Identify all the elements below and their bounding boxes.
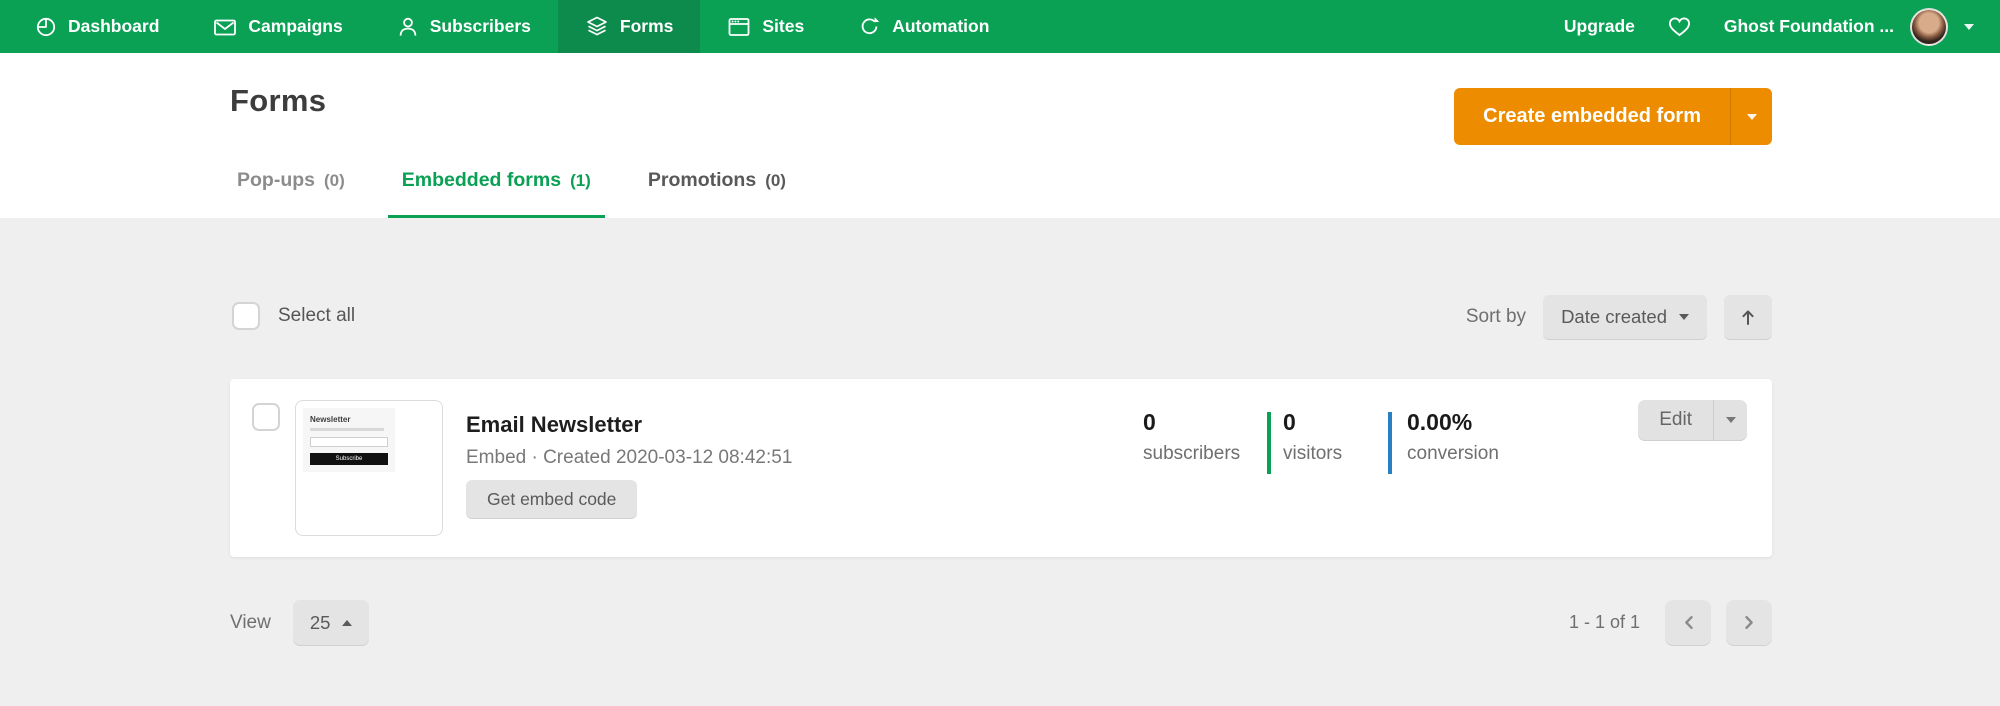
campaigns-icon bbox=[213, 16, 237, 38]
nav-menu: Dashboard Campaigns Subscribers Forms bbox=[0, 0, 1016, 53]
chevron-down-icon bbox=[1747, 114, 1757, 120]
nav-right: Upgrade Ghost Foundation ... bbox=[1564, 0, 2000, 53]
nav-item-forms[interactable]: Forms bbox=[558, 0, 700, 53]
tabs: Pop-ups (0) Embedded forms (1) Promotion… bbox=[237, 169, 786, 218]
tab-count: (0) bbox=[765, 171, 786, 191]
stat-label: conversion bbox=[1407, 443, 1499, 465]
form-meta: Embed · Created 2020-03-12 08:42:51 bbox=[466, 447, 792, 469]
tab-embedded-forms[interactable]: Embedded forms (1) bbox=[388, 169, 605, 218]
stat-divider-green bbox=[1267, 412, 1271, 474]
row-checkbox[interactable] bbox=[252, 403, 280, 431]
create-button-label[interactable]: Create embedded form bbox=[1454, 88, 1730, 145]
select-all-checkbox[interactable] bbox=[232, 302, 260, 330]
upgrade-link[interactable]: Upgrade bbox=[1564, 16, 1635, 37]
preview-email-input bbox=[310, 437, 388, 447]
pagination-range: 1 - 1 of 1 bbox=[1569, 612, 1640, 633]
prev-page-button[interactable] bbox=[1665, 600, 1711, 645]
nav-item-dashboard[interactable]: Dashboard bbox=[8, 0, 186, 53]
sort-value: Date created bbox=[1561, 306, 1667, 328]
nav-item-label: Sites bbox=[762, 16, 804, 37]
view-cluster: View 25 bbox=[230, 600, 369, 645]
tab-count: (1) bbox=[570, 171, 591, 191]
avatar bbox=[1910, 8, 1948, 46]
chevron-down-icon bbox=[1679, 314, 1689, 320]
edit-split-button: Edit bbox=[1638, 400, 1747, 440]
arrow-up-icon bbox=[1740, 308, 1756, 327]
page-title: Forms bbox=[230, 83, 326, 119]
edit-dropdown[interactable] bbox=[1713, 400, 1747, 440]
chevron-down-icon bbox=[1726, 417, 1736, 423]
tab-label: Promotions bbox=[648, 169, 756, 192]
stat-conversion: 0.00% conversion bbox=[1407, 409, 1499, 465]
stat-visitors: 0 visitors bbox=[1283, 409, 1342, 465]
preview-text-line bbox=[310, 428, 384, 431]
stat-label: subscribers bbox=[1143, 443, 1240, 465]
stat-label: visitors bbox=[1283, 443, 1342, 465]
preview-subscribe-button: Subscribe bbox=[310, 453, 388, 465]
nav-item-label: Campaigns bbox=[248, 16, 342, 37]
tab-promotions[interactable]: Promotions (0) bbox=[648, 169, 786, 218]
account-name: Ghost Foundation ... bbox=[1724, 16, 1894, 37]
nav-item-automation[interactable]: Automation bbox=[831, 0, 1016, 53]
heart-icon[interactable] bbox=[1667, 15, 1692, 38]
nav-item-label: Forms bbox=[620, 16, 673, 37]
stat-subscribers: 0 subscribers bbox=[1143, 409, 1240, 465]
sort-direction-button[interactable] bbox=[1724, 295, 1772, 339]
automation-icon bbox=[858, 15, 881, 38]
nav-item-sites[interactable]: Sites bbox=[700, 0, 831, 53]
forms-icon bbox=[585, 15, 609, 38]
view-label: View bbox=[230, 612, 271, 634]
create-embedded-form-button[interactable]: Create embedded form bbox=[1454, 88, 1772, 145]
dashboard-icon bbox=[35, 16, 57, 38]
page-size-dropdown[interactable]: 25 bbox=[293, 600, 370, 645]
stat-value: 0 bbox=[1143, 409, 1240, 436]
account-menu[interactable]: Ghost Foundation ... bbox=[1724, 8, 1974, 46]
chevron-right-icon bbox=[1744, 615, 1755, 630]
sort-dropdown[interactable]: Date created bbox=[1543, 295, 1707, 339]
forms-page: Dashboard Campaigns Subscribers Forms bbox=[0, 0, 2000, 706]
sort-by-label: Sort by bbox=[1466, 306, 1526, 328]
form-title: Email Newsletter bbox=[466, 412, 642, 438]
nav-item-label: Subscribers bbox=[430, 16, 531, 37]
tab-popups[interactable]: Pop-ups (0) bbox=[237, 169, 345, 218]
sort-cluster: Sort by Date created bbox=[1466, 295, 1772, 339]
chevron-down-icon bbox=[1964, 24, 1974, 30]
select-all-row: Select all bbox=[232, 302, 355, 330]
preview-heading: Newsletter bbox=[310, 415, 388, 424]
tab-label: Pop-ups bbox=[237, 169, 315, 192]
stat-divider-blue bbox=[1388, 412, 1392, 474]
nav-item-campaigns[interactable]: Campaigns bbox=[186, 0, 369, 53]
top-nav: Dashboard Campaigns Subscribers Forms bbox=[0, 0, 2000, 53]
select-all-label: Select all bbox=[278, 305, 355, 327]
stat-value: 0 bbox=[1283, 409, 1342, 436]
stat-value: 0.00% bbox=[1407, 409, 1499, 436]
chevron-left-icon bbox=[1683, 615, 1694, 630]
nav-item-label: Automation bbox=[892, 16, 989, 37]
page-size-value: 25 bbox=[310, 612, 331, 634]
next-page-button[interactable] bbox=[1726, 600, 1772, 645]
subscribers-icon bbox=[397, 16, 419, 38]
pagination: 1 - 1 of 1 bbox=[1569, 600, 1772, 645]
sites-icon bbox=[727, 16, 751, 38]
tab-count: (0) bbox=[324, 171, 345, 191]
tab-label: Embedded forms bbox=[402, 169, 561, 192]
nav-item-label: Dashboard bbox=[68, 16, 159, 37]
edit-button[interactable]: Edit bbox=[1638, 400, 1713, 440]
form-preview: Newsletter Subscribe bbox=[303, 408, 395, 472]
create-button-dropdown[interactable] bbox=[1730, 88, 1772, 145]
get-embed-code-button[interactable]: Get embed code bbox=[466, 480, 637, 518]
chevron-up-icon bbox=[342, 620, 352, 626]
page-header: Forms Pop-ups (0) Embedded forms (1) Pro… bbox=[0, 53, 2000, 218]
nav-item-subscribers[interactable]: Subscribers bbox=[370, 0, 558, 53]
form-card: Newsletter Subscribe Email Newsletter Em… bbox=[230, 379, 1772, 557]
form-thumbnail[interactable]: Newsletter Subscribe bbox=[295, 400, 443, 536]
